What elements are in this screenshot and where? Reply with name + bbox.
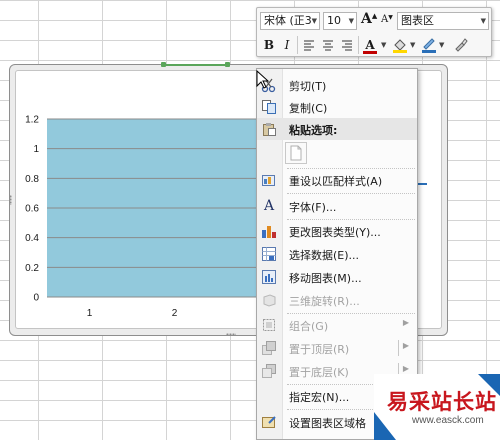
toolbar-divider: [358, 36, 359, 54]
font-color-icon: A: [365, 38, 375, 52]
watermark-url: www.easck.com: [412, 415, 484, 426]
chevron-down-icon: ▼: [480, 17, 486, 25]
font-icon: A: [263, 198, 275, 214]
submenu-arrow-icon: ▶: [402, 318, 409, 327]
x-tick-label: 2: [172, 308, 178, 319]
paste-icon: [261, 121, 277, 137]
menu-item-label: 置于底层(K): [289, 366, 349, 379]
grow-font-icon: A: [361, 11, 372, 27]
align-left-button[interactable]: [300, 36, 318, 54]
grow-font-button[interactable]: A▲: [361, 11, 377, 27]
align-center-icon: [323, 40, 333, 51]
move-chart-icon: [261, 269, 277, 285]
split-divider: [398, 340, 399, 356]
menu-item-reset-style[interactable]: 重设以匹配样式(A): [257, 169, 417, 191]
send-back-icon: [261, 363, 277, 379]
y-tick-label: 1: [33, 144, 39, 155]
y-tick-label: 1.2: [25, 115, 39, 126]
align-left-icon: [304, 40, 314, 51]
chevron-down-icon[interactable]: ▼: [410, 41, 415, 49]
menu-item-label: 指定宏(N)...: [289, 391, 350, 404]
align-right-button[interactable]: [338, 36, 356, 54]
y-tick-label: 0.2: [25, 263, 39, 274]
chevron-down-icon: ▼: [311, 17, 317, 25]
font-color-button[interactable]: A: [361, 36, 379, 54]
paste-keep-button[interactable]: [285, 142, 307, 164]
chart-element-selector[interactable]: 图表区 ▼: [397, 12, 489, 30]
watermark: 易采站长站 www.easck.com: [374, 374, 500, 440]
mouse-cursor-icon: [256, 70, 270, 89]
toolbar-divider: [297, 36, 298, 54]
menu-header-paste-options: 粘贴选项:: [257, 118, 417, 140]
fill-color-button[interactable]: [391, 36, 409, 54]
menu-item-label: 选择数据(E)...: [289, 249, 360, 262]
watermark-text: 易采站长站: [387, 389, 497, 414]
italic-button[interactable]: I: [278, 36, 296, 54]
menu-item-label: 字体(F)...: [289, 201, 337, 214]
reset-style-icon: [261, 172, 277, 188]
paste-keep-icon: [290, 145, 302, 161]
align-right-icon: [342, 40, 352, 51]
pen-outline-icon: [422, 38, 436, 53]
format-painter-button[interactable]: [451, 36, 469, 54]
menu-item-select-data[interactable]: 选择数据(E)...: [257, 243, 417, 265]
menu-item-bring-to-front[interactable]: 置于顶层(R) ▶: [257, 337, 417, 359]
menu-item-cut[interactable]: 剪切(T): [257, 74, 417, 96]
menu-item-font[interactable]: A 字体(F)...: [257, 195, 417, 217]
bring-front-icon: [261, 340, 277, 356]
chevron-down-icon[interactable]: ▼: [439, 41, 444, 49]
format-area-icon: [261, 414, 277, 430]
mini-toolbar: 宋体 (正3 ▼ 10 ▼ A▲ A▼ 图表区 ▼ B I A ▼ ▼ ▼: [256, 7, 492, 57]
select-data-icon: [261, 246, 277, 262]
menu-item-copy[interactable]: 复制(C): [257, 96, 417, 118]
menu-item-3d-rotation[interactable]: 三维旋转(R)...: [257, 289, 417, 311]
font-name-combo[interactable]: 宋体 (正3 ▼: [260, 12, 320, 30]
font-name-value: 宋体 (正3: [264, 14, 312, 27]
align-center-button[interactable]: [319, 36, 337, 54]
font-size-combo[interactable]: 10 ▼: [323, 12, 357, 30]
bold-button[interactable]: B: [260, 36, 278, 54]
menu-item-label: 组合(G): [289, 320, 329, 333]
menu-item-label: 三维旋转(R)...: [289, 295, 360, 308]
format-painter-icon: [455, 38, 468, 52]
y-tick-label: 0.6: [25, 204, 39, 215]
menu-item-label: 复制(C): [289, 102, 328, 115]
menu-separator: [287, 193, 415, 194]
paint-bucket-icon: [393, 39, 407, 53]
copy-icon: [261, 99, 277, 115]
menu-item-group[interactable]: 组合(G) ▶: [257, 314, 417, 336]
submenu-arrow-icon: ▶: [402, 341, 409, 350]
menu-item-move-chart[interactable]: 移动图表(M)...: [257, 266, 417, 288]
menu-item-label: 剪切(T): [289, 80, 327, 93]
menu-item-label: 粘贴选项:: [289, 124, 338, 137]
font-size-value: 10: [327, 14, 341, 27]
y-tick-label: 0.8: [25, 174, 39, 185]
menu-item-label: 更改图表类型(Y)...: [289, 226, 381, 239]
menu-item-label: 设置图表区域格: [289, 417, 366, 430]
chevron-down-icon: ▼: [348, 17, 354, 25]
menu-item-label: 置于顶层(R): [289, 343, 350, 356]
chart-type-icon: [261, 223, 277, 239]
x-tick-label: 1: [87, 308, 93, 319]
chevron-down-icon[interactable]: ▼: [381, 41, 386, 49]
rotate-3d-icon: [261, 292, 277, 308]
menu-item-label: 重设以匹配样式(A): [289, 175, 383, 188]
menu-item-label: 移动图表(M)...: [289, 272, 362, 285]
chart-element-value: 图表区: [401, 14, 434, 27]
submenu-arrow-icon: ▶: [402, 364, 409, 373]
y-tick-label: 0: [33, 293, 39, 304]
group-icon: [261, 317, 277, 333]
menu-item-change-chart-type[interactable]: 更改图表类型(Y)...: [257, 220, 417, 242]
shrink-font-button[interactable]: A▼: [381, 14, 393, 25]
y-tick-label: 0.4: [25, 233, 39, 244]
outline-color-button[interactable]: [420, 36, 438, 54]
